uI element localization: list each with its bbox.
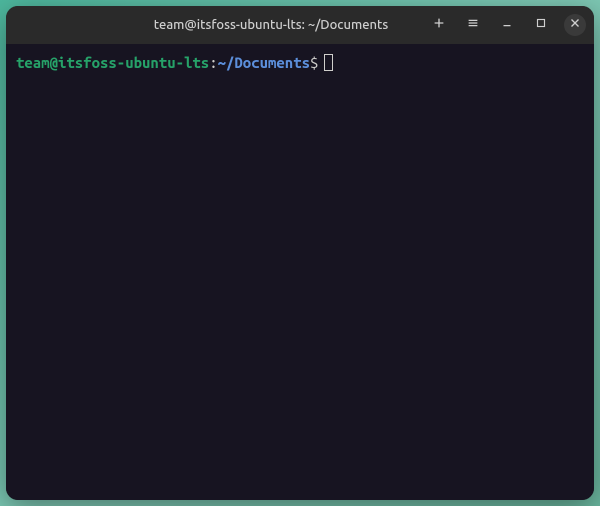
- titlebar-buttons: [428, 14, 586, 36]
- minimize-button[interactable]: [496, 14, 518, 36]
- prompt-symbol: $: [310, 52, 318, 73]
- prompt-colon: :: [209, 52, 217, 73]
- terminal-body[interactable]: team@itsfoss-ubuntu-lts:~/Documents$: [6, 44, 594, 500]
- close-icon: [568, 16, 582, 34]
- new-tab-button[interactable]: [428, 14, 450, 36]
- terminal-window: team@itsfoss-ubuntu-lts: ~/Documents: [6, 6, 594, 500]
- close-button[interactable]: [564, 14, 586, 36]
- plus-icon: [432, 16, 446, 34]
- maximize-button[interactable]: [530, 14, 552, 36]
- prompt-line: team@itsfoss-ubuntu-lts:~/Documents$: [16, 52, 584, 73]
- minimize-icon: [500, 16, 514, 34]
- prompt-cwd: ~/Documents: [218, 52, 310, 73]
- prompt-user-host: team@itsfoss-ubuntu-lts: [16, 52, 209, 73]
- hamburger-icon: [466, 16, 480, 34]
- maximize-icon: [534, 16, 548, 34]
- titlebar: team@itsfoss-ubuntu-lts: ~/Documents: [6, 6, 594, 44]
- window-title: team@itsfoss-ubuntu-lts: ~/Documents: [120, 18, 422, 32]
- menu-button[interactable]: [462, 14, 484, 36]
- cursor: [324, 54, 333, 71]
